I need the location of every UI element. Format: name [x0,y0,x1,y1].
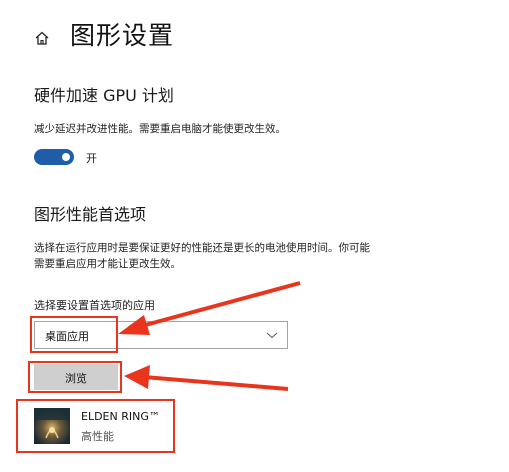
elden-ring-app-icon [34,408,70,444]
graphics-preference-title: 图形性能首选项 [34,205,147,224]
app-preference: 高性能 [81,430,114,443]
app-select-label: 选择要设置首选项的应用 [34,299,155,312]
toggle-state-label: 开 [86,152,97,165]
annotation-arrows [118,281,301,391]
browse-button-label: 浏览 [65,373,87,385]
gpu-scheduling-description: 减少延迟并改进性能。需要重启电脑才能使更改生效。 [34,123,286,135]
toggle-knob [62,153,70,161]
app-type-dropdown[interactable]: 桌面应用 [34,321,288,349]
graphics-preference-description-line2: 需要重启应用才能让更改生效。 [34,258,181,270]
app-type-selected-value: 桌面应用 [45,330,89,343]
app-name: ELDEN RING™ [81,410,160,423]
page-title: 图形设置 [70,21,175,50]
home-icon[interactable] [34,30,50,46]
app-list-item[interactable]: ELDEN RING™ 高性能 [24,404,169,448]
graphics-preference-description-line1: 选择在运行应用时是要保证更好的性能还是更长的电池使用时间。你可能 [34,242,370,254]
chevron-down-icon [266,332,278,339]
arrow-to-browse [124,365,289,391]
browse-button[interactable]: 浏览 [34,364,118,390]
gpu-scheduling-toggle[interactable] [34,149,74,165]
graphics-settings-page: 图形设置 硬件加速 GPU 计划 减少延迟并改进性能。需要重启电脑才能使更改生效… [0,0,509,472]
gpu-scheduling-title: 硬件加速 GPU 计划 [34,86,174,105]
